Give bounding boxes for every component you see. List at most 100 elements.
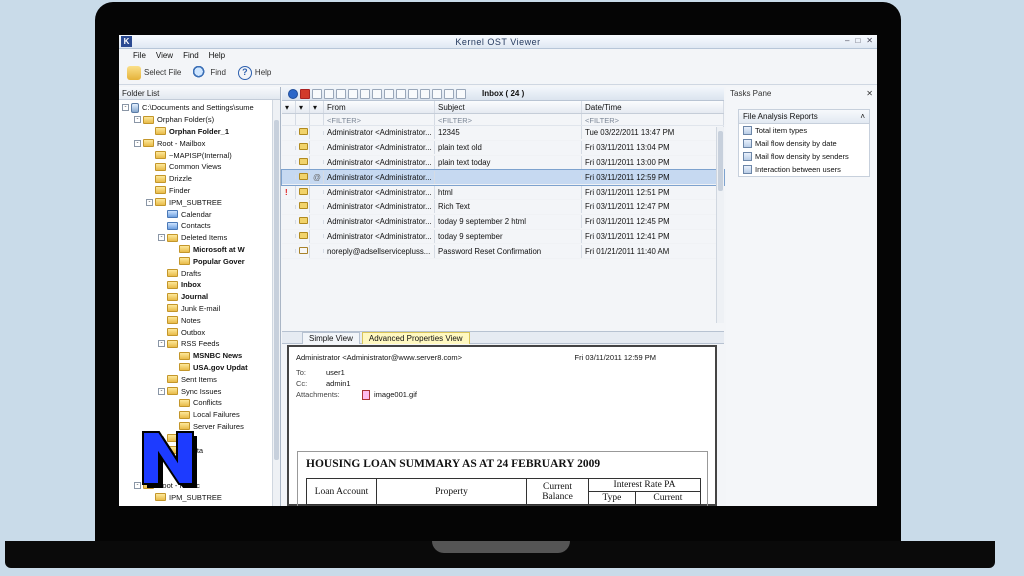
message-row[interactable]: Administrator <Administrator... today 9 s… [282,215,724,230]
folder-node[interactable]: Local Failures [119,409,280,421]
col-subject-header[interactable]: Subject [435,101,582,113]
grid-icon[interactable] [444,88,454,99]
folder-node[interactable]: Sent Items [119,373,280,385]
message-row[interactable]: @ Administrator <Administrator... Fri 03/1… [281,169,725,187]
folder-node[interactable]: Journal [119,291,280,303]
menu-file[interactable]: File [133,51,146,60]
view-3-icon[interactable] [336,88,346,99]
view-1-icon[interactable] [324,88,334,99]
save-icon[interactable] [420,88,430,99]
message-date: Fri 03/11/2011 12:41 PM [582,229,724,243]
view-31-icon[interactable] [372,88,382,99]
tab-simple-view[interactable]: Simple View [302,331,360,344]
col-from-header[interactable]: From [324,101,435,113]
col-attach-header[interactable]: ▾ [296,101,310,113]
preview-attachment-link[interactable]: image001.gif [374,390,417,400]
message-row[interactable]: Administrator <Administrator... today 9 s… [282,229,724,245]
folder-node[interactable]: Drizzle [119,173,280,185]
collapse-toggle-icon[interactable]: - [158,234,165,242]
message-row[interactable]: Administrator <Administrator... Rich Text… [282,200,724,215]
collapse-chevron-icon[interactable]: ˄ [860,112,865,121]
col-type-header[interactable]: ▾ [310,101,324,113]
collapse-toggle-icon[interactable]: - [134,116,141,124]
message-row[interactable]: Administrator <Administrator... 12345 Tue … [282,126,724,141]
flag-icon[interactable] [312,88,322,99]
message-list-scrollbar[interactable] [716,127,724,323]
tasks-pane-close-icon[interactable]: ✕ [866,89,873,99]
filter-date-input[interactable]: <FILTER> [582,114,724,125]
folder-node[interactable]: Microsoft at W [119,244,280,256]
folder-node[interactable]: - Deleted Items [119,232,280,244]
folder-node[interactable]: ~MAPISP(Internal) [119,149,280,161]
message-row[interactable]: noreply@adsellservicepluss... Password Re… [282,244,724,260]
message-row[interactable]: Administrator <Administrator... plain tex… [282,141,724,156]
mail-icon[interactable] [384,88,394,99]
folder-node[interactable]: Common Views [119,161,280,173]
minimize-button[interactable]: – [845,36,849,45]
folder-node[interactable]: Contacts [119,220,280,232]
folder-node[interactable]: Conflicts [119,397,280,409]
select-file-button[interactable]: Select File [127,65,181,80]
folder-node[interactable]: Finder [119,185,280,197]
preview-cc-label: Cc: [296,379,308,388]
delete-icon[interactable] [300,88,310,99]
collapse-toggle-icon[interactable]: - [158,387,165,395]
folder-node[interactable]: Popular Gover [119,255,280,267]
menu-view[interactable]: View [156,51,173,60]
view-5-icon[interactable] [348,88,358,99]
folder-scrollbar[interactable] [272,100,280,506]
folder-node[interactable]: - C:\Documents and Settings\sume [119,102,280,114]
report-total-item-types[interactable]: Total item types [739,124,869,137]
folder-node[interactable]: - RSS Feeds [119,338,280,350]
print-icon[interactable] [408,88,418,99]
menu-help[interactable]: Help [209,51,225,60]
report-mail-flow-by-date[interactable]: Mail flow density by date [739,137,869,150]
collapse-toggle-icon[interactable]: - [146,198,153,206]
message-date: Fri 01/21/2011 11:40 AM [582,244,724,258]
filter-from-input[interactable]: <FILTER> [324,114,435,125]
message-row[interactable]: ! Administrator <Administrator... html Fri … [282,185,724,200]
open-mail-icon[interactable] [396,88,406,99]
notes-icon[interactable] [456,88,466,99]
message-date: Fri 03/11/2011 12:45 PM [582,215,724,229]
message-subject: today 9 september [435,229,582,243]
find-button[interactable]: Find [193,65,226,80]
folder-node[interactable]: - Sync Issues [119,385,280,397]
folder-node[interactable]: Notes [119,314,280,326]
collapse-toggle-icon[interactable]: - [122,104,129,112]
folder-node[interactable]: - Root - Mailbox [119,137,280,149]
report-interaction-between-users[interactable]: Interaction between users [739,163,869,176]
folder-node[interactable]: Inbox [119,279,280,291]
folder-node[interactable]: Drafts [119,267,280,279]
message-row[interactable]: Administrator <Administrator... plain tex… [282,155,724,171]
tab-advanced-properties-view[interactable]: Advanced Properties View [361,331,470,344]
folder-node[interactable]: MSNBC News [119,350,280,362]
folder-node[interactable]: Orphan Folder_1 [119,126,280,138]
refresh-icon[interactable] [288,88,298,99]
report-mail-flow-by-senders[interactable]: Mail flow density by senders [739,150,869,163]
folder-node[interactable]: Calendar [119,208,280,220]
folder-scroll-thumb[interactable] [274,120,279,460]
export-icon[interactable] [432,88,442,99]
folder-node[interactable]: - IPM_SUBTREE [119,196,280,208]
message-list-scroll-thumb[interactable] [718,131,723,191]
menu-find[interactable]: Find [183,51,199,60]
folder-node[interactable]: USA.gov Updat [119,362,280,374]
folder-label: Notes [181,315,201,325]
folder-node[interactable]: Outbox [119,326,280,338]
collapse-toggle-icon[interactable]: - [134,139,141,147]
folder-node[interactable]: Junk E-mail [119,303,280,315]
collapse-toggle-icon[interactable]: - [158,340,165,348]
folder-icon [167,292,178,301]
close-button[interactable]: ✕ [866,36,873,45]
col-flag-header[interactable]: ▾ [282,101,296,113]
maximize-button[interactable]: □ [855,36,860,45]
view-7-icon[interactable] [360,88,370,99]
folder-node[interactable]: IPM_SUBTREE [119,491,280,503]
help-button[interactable]: ? Help [237,65,271,80]
message-cell-icon [296,229,310,243]
filter-subject-input[interactable]: <FILTER> [435,114,582,125]
folder-icon [167,210,178,219]
folder-node[interactable]: - Orphan Folder(s) [119,114,280,126]
col-date-header[interactable]: Date/Time [582,101,724,113]
